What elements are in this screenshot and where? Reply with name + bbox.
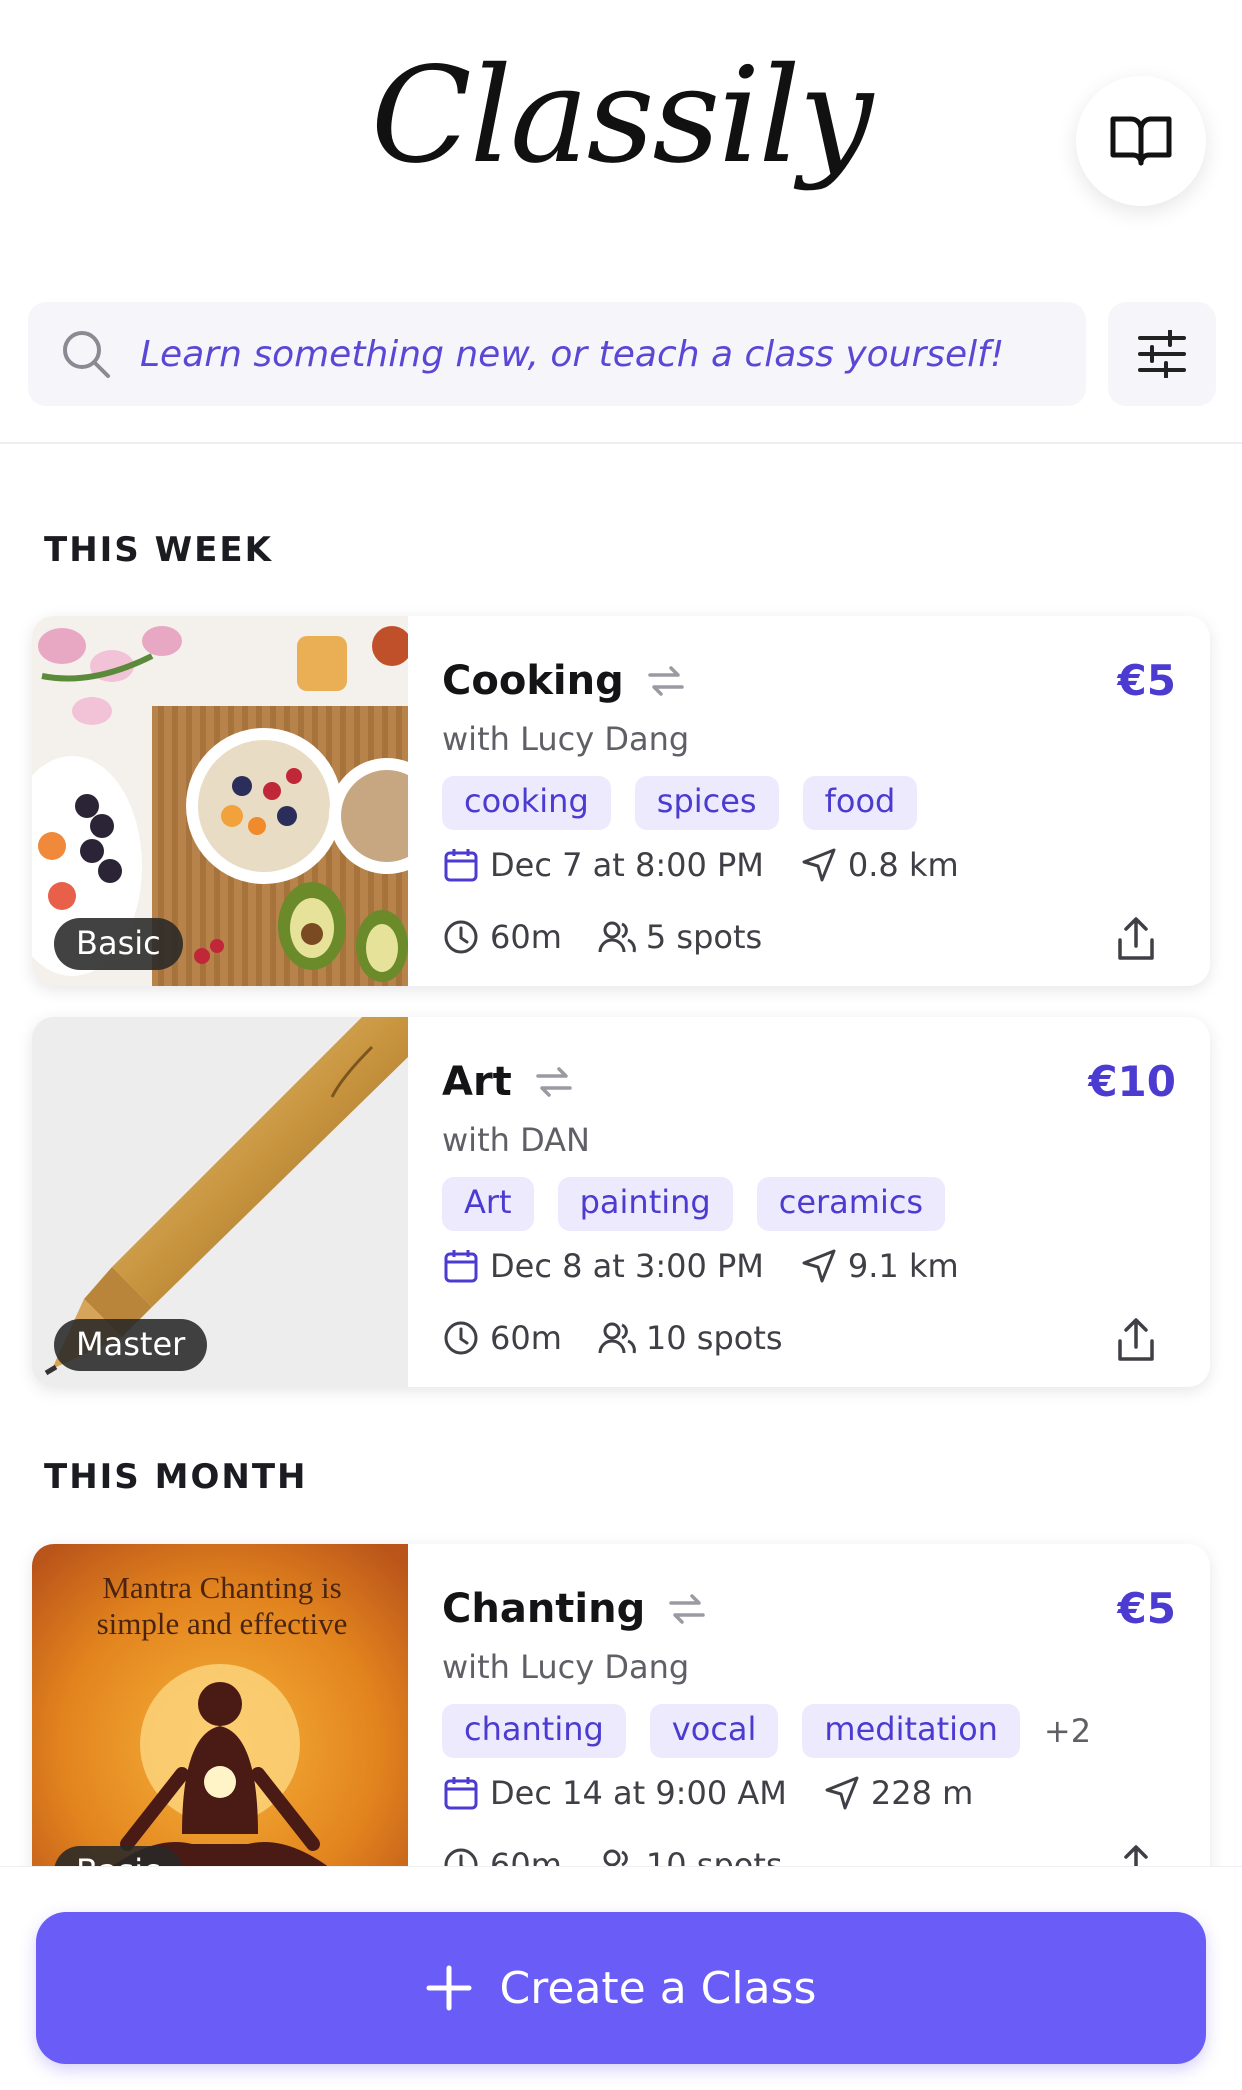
class-price: €5 <box>1117 1584 1176 1633</box>
class-date: Dec 14 at 9:00 AM <box>490 1774 787 1812</box>
repeat-icon <box>536 1067 572 1097</box>
class-image-chanting: Mantra Chanting is simple and effective … <box>32 1544 408 1914</box>
clock-icon <box>444 1321 478 1355</box>
search-input[interactable] <box>138 323 1042 385</box>
tag-list: Art painting ceramics <box>442 1177 969 1231</box>
class-title: Cooking <box>442 658 686 704</box>
class-price: €10 <box>1088 1057 1176 1106</box>
tag-chip[interactable]: cooking <box>442 776 611 830</box>
class-host: with Lucy Dang <box>442 720 690 758</box>
tag-chip[interactable]: Art <box>442 1177 534 1231</box>
class-date: Dec 8 at 3:00 PM <box>490 1247 764 1285</box>
class-host: with DAN <box>442 1121 590 1159</box>
tag-chip[interactable]: food <box>802 776 918 830</box>
image-caption: Mantra Chanting is simple and effective <box>96 1570 348 1641</box>
class-spots: 5 spots <box>645 918 763 956</box>
search-icon <box>63 331 110 378</box>
class-date-row: Dec 8 at 3:00 PM 9.1 km <box>442 1247 959 1285</box>
share-icon[interactable] <box>1114 916 1158 964</box>
clock-icon <box>444 920 478 954</box>
class-title: Chanting <box>442 1586 707 1632</box>
users-icon <box>598 1322 636 1354</box>
location-arrow-icon <box>802 848 836 882</box>
app-logo: Classily <box>370 39 873 193</box>
tag-chip[interactable]: spices <box>634 776 779 830</box>
class-title-text: Art <box>442 1059 512 1105</box>
filter-button[interactable] <box>1108 302 1216 406</box>
tag-chip[interactable]: vocal <box>649 1704 779 1758</box>
class-title-text: Cooking <box>442 658 624 704</box>
class-info-row: 60m 5 spots <box>442 918 762 956</box>
sliders-icon <box>1138 330 1186 378</box>
location-arrow-icon <box>825 1776 859 1810</box>
class-title: Art <box>442 1059 574 1105</box>
share-icon[interactable] <box>1114 1317 1158 1365</box>
tag-chip[interactable]: painting <box>557 1177 733 1231</box>
class-date-row: Dec 7 at 8:00 PM 0.8 km <box>442 846 959 884</box>
class-duration: 60m <box>490 918 562 956</box>
tag-list: chanting vocal meditation +2 <box>442 1704 1091 1758</box>
tag-chip[interactable]: meditation <box>802 1704 1020 1758</box>
class-image-cooking: Basic <box>32 616 408 986</box>
section-title-this-week: THIS WEEK <box>44 530 273 570</box>
more-tags-count[interactable]: +2 <box>1044 1712 1091 1750</box>
plus-icon <box>426 1965 472 2011</box>
class-image-art: Master <box>32 1017 408 1387</box>
class-distance: 228 m <box>870 1774 974 1812</box>
tag-list: cooking spices food <box>442 776 941 830</box>
book-open-icon <box>1110 116 1172 166</box>
calendar-icon <box>444 1250 478 1283</box>
class-distance: 0.8 km <box>847 846 959 884</box>
users-icon <box>598 921 636 953</box>
class-date: Dec 7 at 8:00 PM <box>490 846 764 884</box>
tag-chip[interactable]: ceramics <box>756 1177 946 1231</box>
search-bar[interactable] <box>28 302 1086 406</box>
class-card-chanting[interactable]: Mantra Chanting is simple and effective … <box>32 1544 1210 1914</box>
class-card-cooking[interactable]: Basic Cooking €5 with Lucy Dang cooking … <box>32 616 1210 986</box>
level-badge: Basic <box>54 918 183 970</box>
class-duration: 60m <box>490 1319 562 1357</box>
class-card-art[interactable]: Master Art €10 with DAN Art painting cer… <box>32 1017 1210 1387</box>
create-class-button[interactable]: Create a Class <box>36 1912 1206 2064</box>
repeat-icon <box>669 1594 705 1624</box>
guide-button[interactable] <box>1076 76 1206 206</box>
class-price: €5 <box>1117 656 1176 705</box>
calendar-icon <box>444 1777 478 1810</box>
repeat-icon <box>648 666 684 696</box>
create-class-label: Create a Class <box>499 1962 817 2014</box>
tag-chip[interactable]: chanting <box>442 1704 626 1758</box>
section-title-this-month: THIS MONTH <box>44 1457 308 1497</box>
class-distance: 9.1 km <box>847 1247 959 1285</box>
header-divider <box>0 442 1242 444</box>
level-badge: Master <box>54 1319 208 1371</box>
class-host: with Lucy Dang <box>442 1648 690 1686</box>
class-info-row: 60m 10 spots <box>442 1319 783 1357</box>
class-date-row: Dec 14 at 9:00 AM 228 m <box>442 1774 973 1812</box>
class-spots: 10 spots <box>645 1319 783 1357</box>
location-arrow-icon <box>802 1249 836 1283</box>
calendar-icon <box>444 849 478 882</box>
class-title-text: Chanting <box>442 1586 646 1632</box>
